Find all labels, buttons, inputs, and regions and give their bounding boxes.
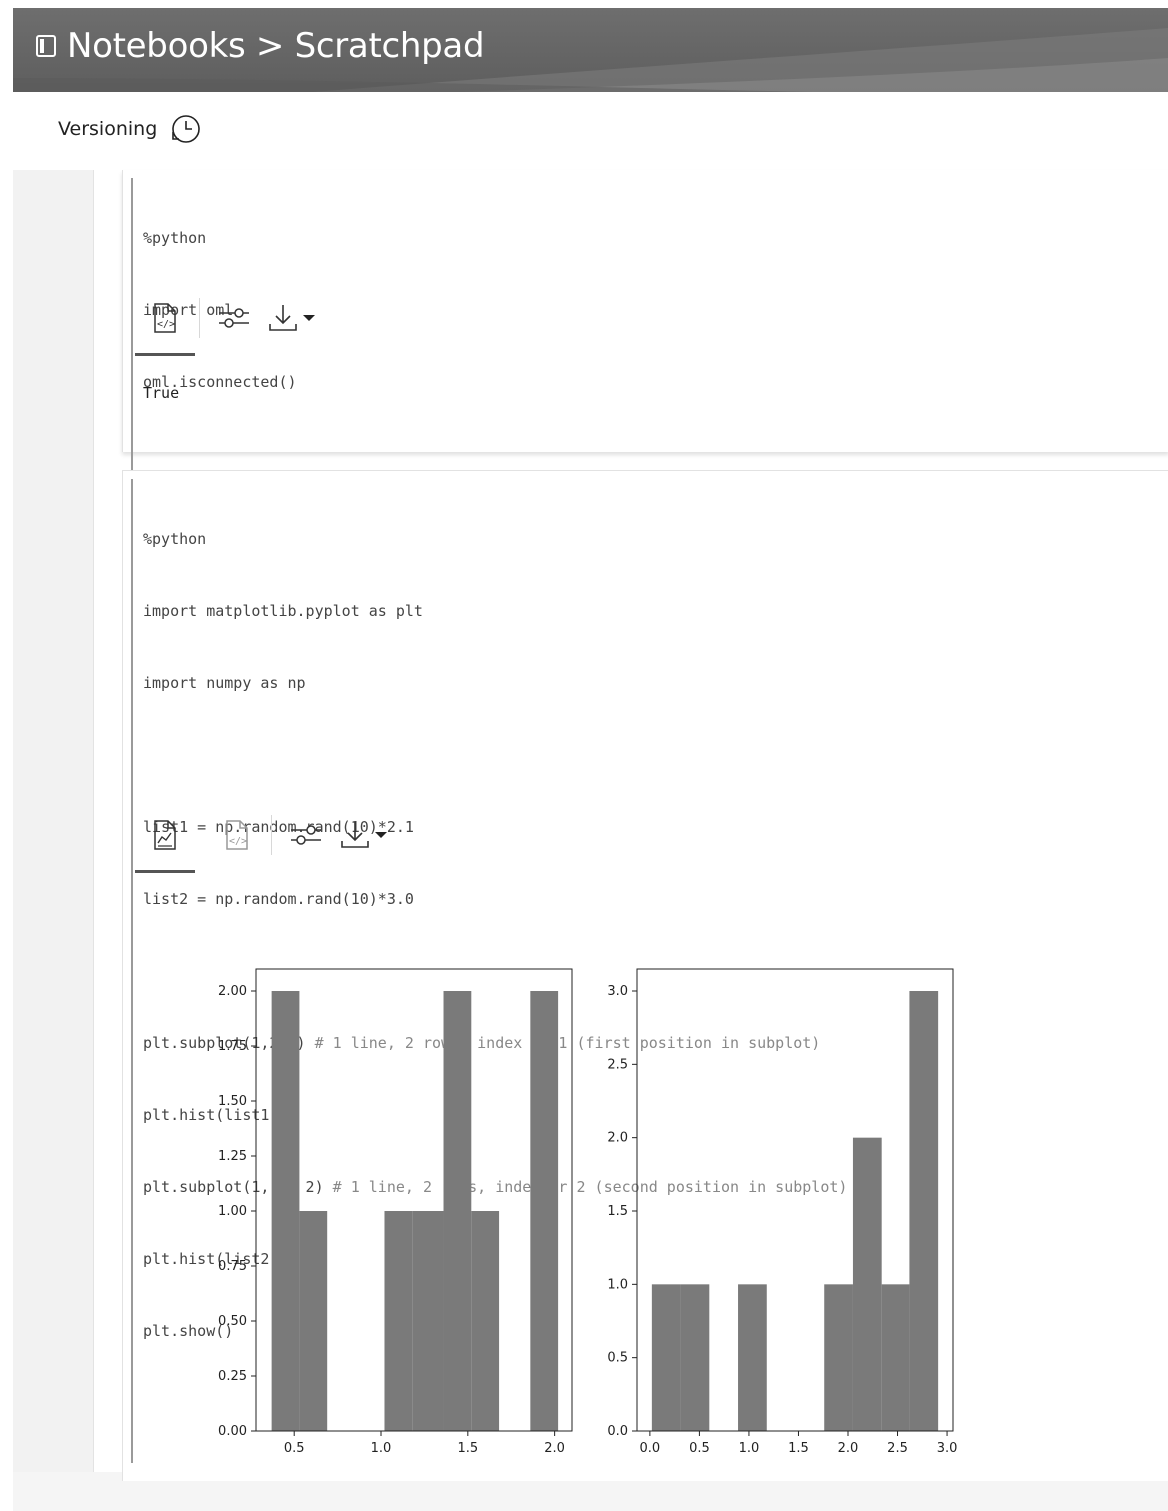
- toolbar-separator: [271, 815, 272, 855]
- notebook-paragraph[interactable]: %python import oml oml.isconnected() </>: [122, 170, 1168, 514]
- history-icon: [172, 115, 201, 143]
- paragraph-result: True: [143, 384, 180, 402]
- chevron-down-icon: [375, 832, 387, 838]
- left-gutter: [13, 170, 94, 1475]
- notebook-icon: [36, 35, 56, 57]
- code-output-icon: </>: [154, 303, 176, 333]
- versioning-label: Versioning: [58, 118, 158, 140]
- settings-sliders-icon: [219, 308, 249, 328]
- code-line: %python: [143, 530, 207, 548]
- code-line: import numpy as np: [143, 674, 306, 692]
- download-button[interactable]: [328, 815, 398, 855]
- code-line: plt.hist(list1): [143, 1106, 279, 1124]
- toolbar-separator: [199, 298, 200, 338]
- settings-sliders-icon: [291, 825, 321, 845]
- code-output-tab[interactable]: </>: [215, 815, 259, 855]
- versioning-button[interactable]: Versioning: [58, 112, 203, 146]
- settings-button[interactable]: [284, 815, 328, 855]
- svg-text:</>: </>: [229, 836, 247, 847]
- notebook-paragraph[interactable]: %python import matplotlib.pyplot as plt …: [122, 470, 1168, 1481]
- code-line: plt.subplot(1,2,1) # 1 line, 2 rows, ind…: [143, 1034, 821, 1052]
- code-line: plt.subplot(1, 2, 2) # 1 line, 2 rows, i…: [143, 1178, 848, 1196]
- code-line: %python: [143, 229, 207, 247]
- chart-output-tab[interactable]: [135, 815, 195, 873]
- download-icon: [269, 305, 297, 331]
- page-header: Notebooks > Scratchpad: [13, 8, 1168, 92]
- output-toolbar: </>: [135, 298, 326, 356]
- output-toolbar: </>: [135, 815, 398, 873]
- breadcrumb[interactable]: Notebooks > Scratchpad: [67, 26, 485, 66]
- download-icon: [341, 822, 369, 848]
- code-editor[interactable]: %python import matplotlib.pyplot as plt …: [131, 479, 847, 1463]
- code-line: plt.hist(list2): [143, 1250, 279, 1268]
- settings-button[interactable]: [212, 298, 256, 338]
- code-line: plt.show(): [143, 1322, 234, 1340]
- code-output-icon: </>: [226, 820, 248, 850]
- code-editor[interactable]: %python import oml oml.isconnected(): [131, 178, 297, 514]
- chevron-down-icon: [303, 315, 315, 321]
- code-output-tab[interactable]: </>: [135, 298, 195, 356]
- download-button[interactable]: [256, 298, 326, 338]
- chart-output-icon: [154, 820, 176, 850]
- svg-text:</>: </>: [157, 319, 175, 330]
- code-line: list2 = np.random.rand(10)*3.0: [143, 890, 414, 908]
- code-line: import matplotlib.pyplot as plt: [143, 602, 423, 620]
